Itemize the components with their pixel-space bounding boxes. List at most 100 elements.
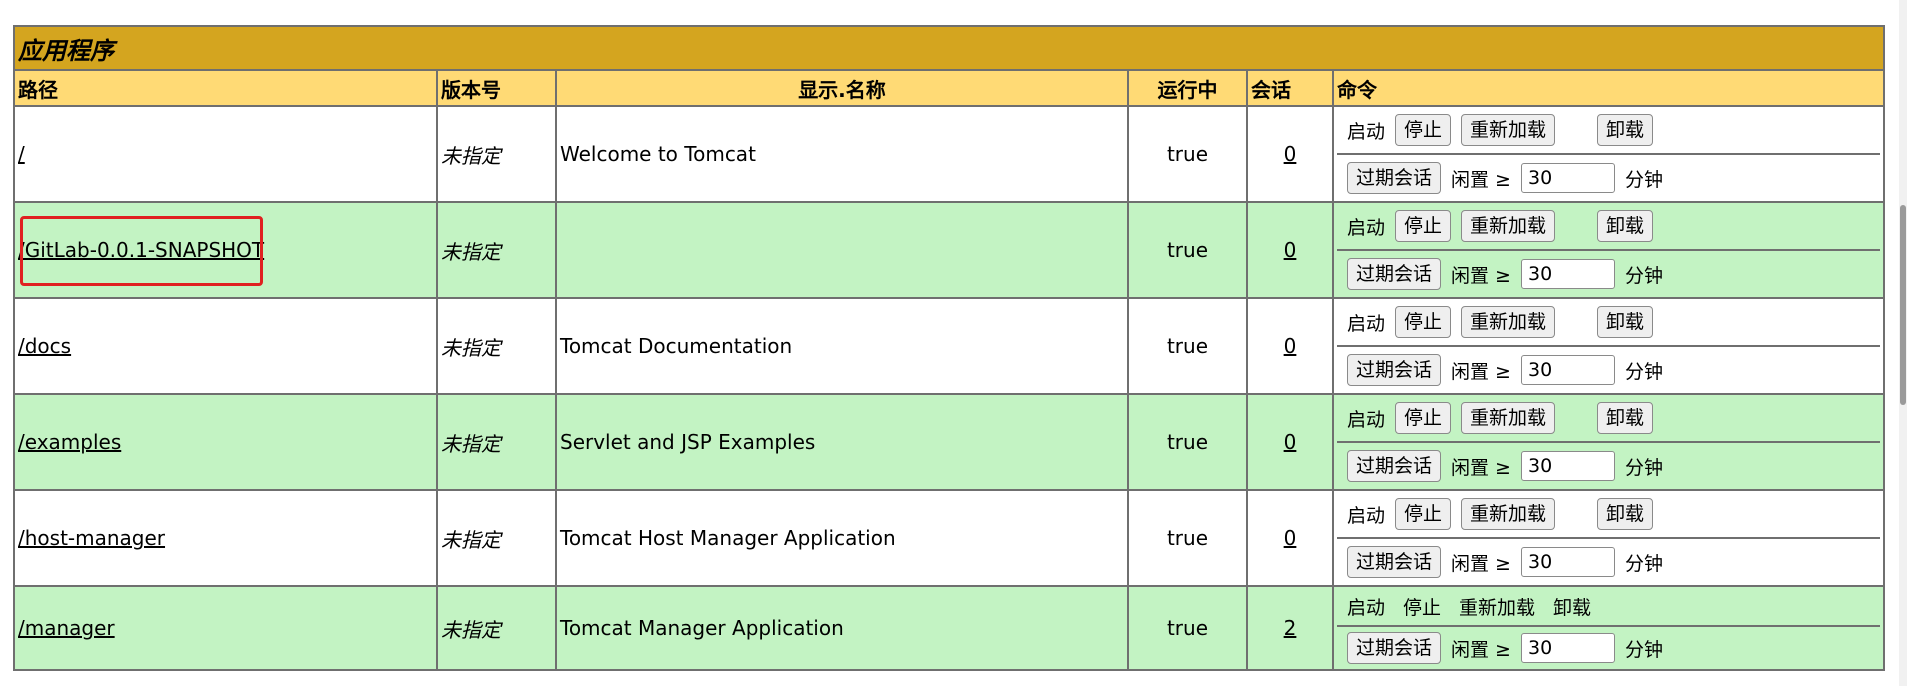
- header-version: 版本号: [436, 69, 557, 107]
- expire-line: 过期会话 闲置 ≥ 分钟: [1337, 347, 1880, 393]
- sessions-link[interactable]: 0: [1284, 334, 1297, 358]
- idle-label: 闲置 ≥: [1451, 168, 1511, 191]
- start-label: 启动: [1347, 504, 1386, 527]
- stop-button[interactable]: 停止: [1395, 306, 1452, 338]
- commands-cell: 启动 停止 重新加载 卸载 过期会话 闲置 ≥ 分钟: [1331, 393, 1886, 491]
- stop-button[interactable]: 停止: [1395, 210, 1452, 242]
- undeploy-button[interactable]: 卸载: [1597, 114, 1654, 146]
- stop-button[interactable]: 停止: [1395, 114, 1452, 146]
- reload-button[interactable]: 重新加载: [1461, 114, 1556, 146]
- undeploy-button[interactable]: 卸载: [1597, 402, 1654, 434]
- reload-button[interactable]: 重新加载: [1461, 306, 1556, 338]
- display-name-cell: Tomcat Manager Application: [555, 585, 1129, 671]
- sessions-link[interactable]: 0: [1284, 238, 1297, 262]
- start-label: 启动: [1347, 120, 1386, 143]
- command-text-line: 启动 停止 重新加载 卸载: [1337, 587, 1881, 627]
- sessions-link[interactable]: 2: [1284, 616, 1297, 640]
- header-running: 运行中: [1127, 69, 1248, 107]
- running-cell: true: [1127, 393, 1248, 491]
- reload-button[interactable]: 重新加载: [1461, 498, 1556, 530]
- table-row: / 未指定 Welcome to Tomcat true 0 启动 停止 重新加…: [13, 105, 1886, 203]
- stop-button[interactable]: 停止: [1395, 498, 1452, 530]
- table-row: /host-manager 未指定 Tomcat Host Manager Ap…: [13, 489, 1886, 587]
- undeploy-button[interactable]: 卸载: [1597, 210, 1654, 242]
- expire-line: 过期会话 闲置 ≥ 分钟: [1337, 443, 1880, 489]
- app-path-link[interactable]: /docs: [18, 334, 71, 358]
- expire-sessions-button[interactable]: 过期会话: [1347, 354, 1442, 386]
- table-title-row: 应用程序: [12, 25, 1886, 71]
- running-cell: true: [1127, 297, 1248, 395]
- expire-sessions-button[interactable]: 过期会话: [1347, 258, 1442, 290]
- idle-minutes-input[interactable]: [1520, 547, 1615, 577]
- table-row: /docs 未指定 Tomcat Documentation true 0 启动…: [13, 297, 1886, 395]
- idle-label: 闲置 ≥: [1451, 360, 1511, 383]
- app-path-link[interactable]: /: [18, 142, 25, 166]
- idle-minutes-input[interactable]: [1520, 633, 1615, 663]
- idle-minutes-input[interactable]: [1520, 163, 1615, 193]
- app-path-link[interactable]: /manager: [18, 616, 115, 640]
- reload-button[interactable]: 重新加载: [1461, 402, 1556, 434]
- command-buttons-line: 启动 停止 重新加载 卸载: [1337, 491, 1881, 539]
- running-cell: true: [1127, 201, 1248, 299]
- start-label: 启动: [1347, 216, 1386, 239]
- app-path-link[interactable]: /host-manager: [18, 526, 165, 550]
- idle-minutes-input[interactable]: [1520, 451, 1615, 481]
- sessions-link[interactable]: 0: [1284, 526, 1297, 550]
- vertical-scrollbar[interactable]: [1899, 0, 1907, 686]
- expire-sessions-button[interactable]: 过期会话: [1347, 546, 1442, 578]
- minutes-label: 分钟: [1624, 638, 1663, 661]
- minutes-label: 分钟: [1624, 360, 1663, 383]
- idle-label: 闲置 ≥: [1451, 456, 1511, 479]
- expire-line: 过期会话 闲置 ≥ 分钟: [1337, 627, 1880, 669]
- header-commands: 命令: [1331, 69, 1886, 107]
- expire-line: 过期会话 闲置 ≥ 分钟: [1337, 155, 1880, 201]
- undeploy-label: 卸载: [1553, 596, 1592, 619]
- display-name-cell: Welcome to Tomcat: [555, 105, 1129, 203]
- table-row: /examples 未指定 Servlet and JSP Examples t…: [13, 393, 1886, 491]
- reload-label: 重新加载: [1459, 596, 1536, 619]
- start-label: 启动: [1347, 312, 1386, 335]
- stop-label: 停止: [1403, 596, 1442, 619]
- idle-label: 闲置 ≥: [1451, 638, 1511, 661]
- header-path: 路径: [13, 69, 438, 107]
- minutes-label: 分钟: [1624, 456, 1663, 479]
- start-label: 启动: [1347, 596, 1386, 619]
- app-path-link[interactable]: /GitLab-0.0.1-SNAPSHOT: [18, 238, 264, 262]
- running-cell: true: [1127, 489, 1248, 587]
- table-row: /manager 未指定 Tomcat Manager Application …: [13, 585, 1886, 671]
- running-cell: true: [1127, 585, 1248, 671]
- app-path-link[interactable]: /examples: [18, 430, 121, 454]
- reload-button[interactable]: 重新加载: [1461, 210, 1556, 242]
- expire-sessions-button[interactable]: 过期会话: [1347, 632, 1442, 664]
- expire-sessions-button[interactable]: 过期会话: [1347, 450, 1442, 482]
- sessions-link[interactable]: 0: [1284, 430, 1297, 454]
- sessions-link[interactable]: 0: [1284, 142, 1297, 166]
- command-buttons-line: 启动 停止 重新加载 卸载: [1337, 203, 1881, 251]
- table-title: 应用程序: [12, 25, 1886, 71]
- minutes-label: 分钟: [1624, 168, 1663, 191]
- display-name-cell: [555, 201, 1129, 299]
- undeploy-button[interactable]: 卸载: [1597, 306, 1654, 338]
- idle-label: 闲置 ≥: [1451, 552, 1511, 575]
- version-cell: 未指定: [436, 105, 557, 203]
- commands-cell: 启动 停止 重新加载 卸载 过期会话 闲置 ≥ 分钟: [1331, 105, 1886, 203]
- command-buttons-line: 启动 停止 重新加载 卸载: [1337, 299, 1881, 347]
- expire-line: 过期会话 闲置 ≥ 分钟: [1337, 539, 1880, 585]
- undeploy-button[interactable]: 卸载: [1597, 498, 1654, 530]
- commands-cell: 启动 停止 重新加载 卸载 过期会话 闲置 ≥ 分钟: [1331, 585, 1886, 671]
- version-cell: 未指定: [436, 489, 557, 587]
- commands-cell: 启动 停止 重新加载 卸载 过期会话 闲置 ≥ 分钟: [1331, 297, 1886, 395]
- expire-line: 过期会话 闲置 ≥ 分钟: [1337, 251, 1880, 297]
- command-buttons-line: 启动 停止 重新加载 卸载: [1337, 395, 1881, 443]
- idle-label: 闲置 ≥: [1451, 264, 1511, 287]
- minutes-label: 分钟: [1624, 552, 1663, 575]
- version-cell: 未指定: [436, 297, 557, 395]
- expire-sessions-button[interactable]: 过期会话: [1347, 162, 1442, 194]
- command-buttons-line: 启动 停止 重新加载 卸载: [1337, 107, 1881, 155]
- scrollbar-thumb[interactable]: [1900, 205, 1906, 405]
- display-name-cell: Tomcat Host Manager Application: [555, 489, 1129, 587]
- idle-minutes-input[interactable]: [1520, 355, 1615, 385]
- start-label: 启动: [1347, 408, 1386, 431]
- idle-minutes-input[interactable]: [1520, 259, 1615, 289]
- stop-button[interactable]: 停止: [1395, 402, 1452, 434]
